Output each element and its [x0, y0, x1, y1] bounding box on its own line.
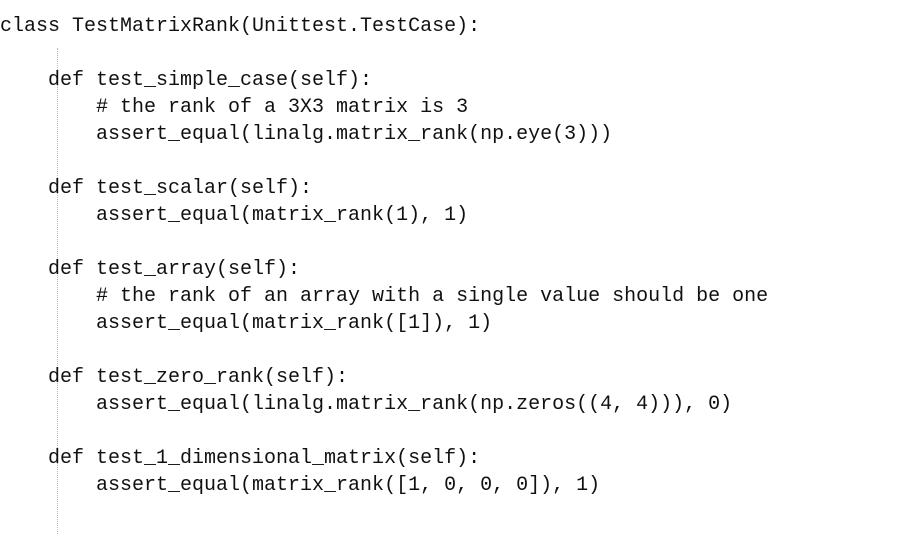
code-line-assert: assert_equal(matrix_rank([1, 0, 0, 0]), … — [0, 474, 601, 497]
code-line-def-test-array: def test_array(self): — [0, 258, 301, 281]
code-line-assert: assert_equal(matrix_rank(1), 1) — [0, 204, 469, 227]
code-line-assert: assert_equal(linalg.matrix_rank(np.eye(3… — [0, 123, 613, 146]
code-editor[interactable]: class TestMatrixRank(Unittest.TestCase):… — [0, 0, 908, 534]
code-line-comment: # the rank of an array with a single val… — [0, 285, 769, 308]
code-line-comment: # the rank of a 3X3 matrix is 3 — [0, 96, 469, 119]
code-line-assert: assert_equal(linalg.matrix_rank(np.zeros… — [0, 393, 733, 416]
code-line-def-test-simple-case: def test_simple_case(self): — [0, 69, 373, 92]
code-line-assert: assert_equal(matrix_rank([1]), 1) — [0, 312, 493, 335]
code-line-def-test-zero-rank: def test_zero_rank(self): — [0, 366, 349, 389]
code-line-def-test-1-dimensional-matrix: def test_1_dimensional_matrix(self): — [0, 447, 481, 470]
code-line-def-test-scalar: def test_scalar(self): — [0, 177, 313, 200]
code-line-class-definition: class TestMatrixRank(Unittest.TestCase): — [0, 15, 481, 38]
